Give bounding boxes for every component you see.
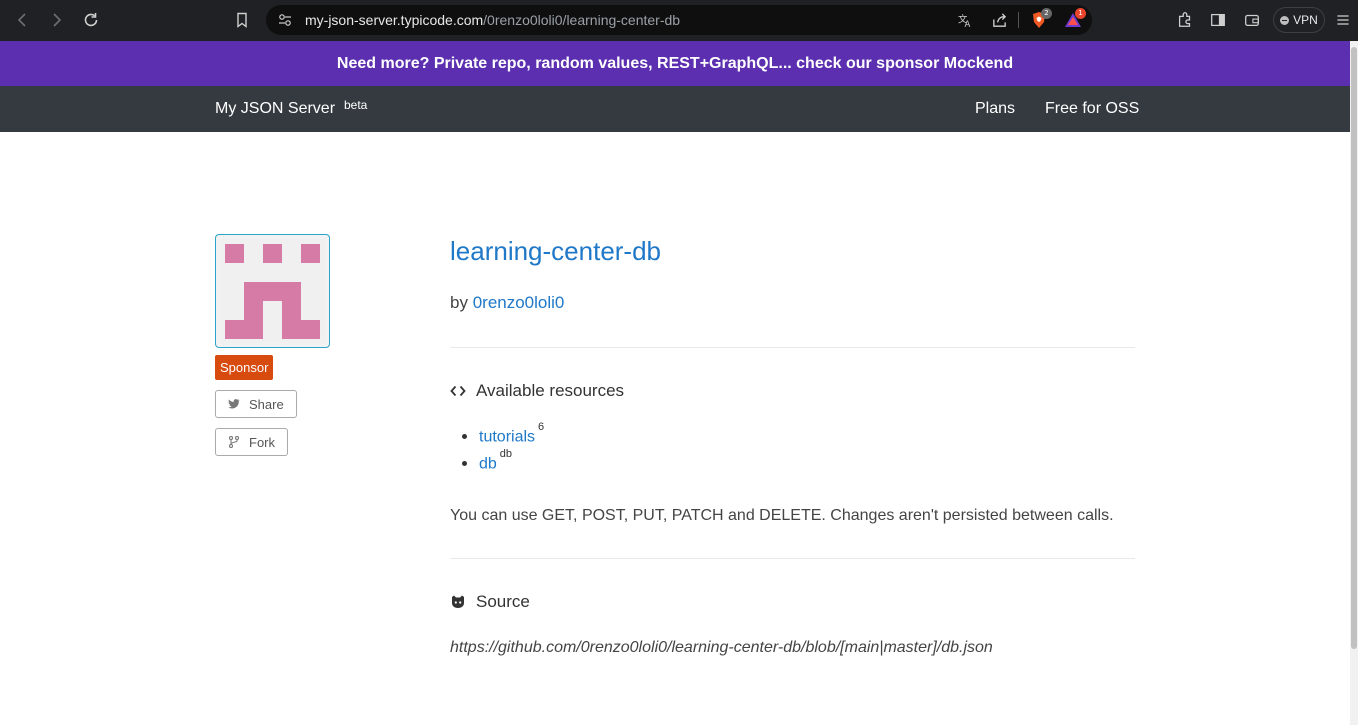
divider: [450, 558, 1135, 559]
identicon-block: [244, 282, 263, 339]
vpn-label: VPN: [1293, 13, 1318, 27]
sponsor-button[interactable]: Sponsor: [215, 355, 274, 380]
twitter-icon: [228, 399, 240, 409]
vpn-button[interactable]: VPN: [1273, 7, 1325, 33]
sponsor-banner-text[interactable]: Need more? Private repo, random values, …: [337, 55, 1013, 73]
site-settings-icon[interactable]: [278, 13, 292, 27]
extensions-icon[interactable]: [1175, 10, 1195, 30]
methods-note: You can use GET, POST, PUT, PATCH and DE…: [450, 507, 1114, 524]
brave-shields-icon[interactable]: 2: [1030, 8, 1052, 29]
resource-count: 6: [538, 421, 545, 433]
identicon-block: [225, 244, 244, 263]
share-button[interactable]: Share: [215, 390, 297, 418]
brand-link[interactable]: My JSON Server: [215, 100, 335, 118]
menu-icon[interactable]: [1333, 10, 1353, 30]
resource-link-db[interactable]: db: [479, 455, 497, 472]
svg-text:A: A: [964, 20, 970, 29]
forward-icon[interactable]: [45, 9, 67, 31]
site-navbar: My JSON Server beta Plans Free for OSS: [0, 86, 1350, 132]
back-icon[interactable]: [12, 9, 34, 31]
byline-prefix: by: [450, 293, 468, 312]
reload-icon[interactable]: [80, 9, 102, 31]
list-item: dbdb: [462, 448, 544, 480]
identicon: [220, 239, 325, 343]
wallet-icon[interactable]: [1242, 10, 1262, 30]
url-host: my-json-server.typicode.com: [305, 12, 484, 28]
repo-byline: by 0renzo0loli0: [450, 293, 564, 313]
resources-heading-text: Available resources: [476, 381, 625, 400]
resource-link-tutorials[interactable]: tutorials: [479, 428, 535, 445]
sidebar-toggle-icon[interactable]: [1208, 10, 1228, 30]
brave-rewards-icon[interactable]: 1: [1064, 8, 1086, 29]
github-icon: [452, 595, 464, 608]
source-url: https://github.com/0renzo0loli0/learning…: [450, 639, 993, 656]
address-bar[interactable]: my-json-server.typicode.com/0renzo0loli0…: [266, 5, 1092, 35]
source-heading-text: Source: [476, 592, 530, 611]
share-page-icon[interactable]: [990, 11, 1008, 29]
identicon-block: [301, 320, 320, 339]
avatar: [215, 234, 330, 348]
resource-list: tutorials6 dbdb: [462, 421, 544, 480]
owner-link[interactable]: 0renzo0loli0: [473, 293, 565, 312]
beta-label: beta: [344, 98, 368, 112]
browser-toolbar: my-json-server.typicode.com/0renzo0loli0…: [0, 0, 1358, 41]
shields-count-badge: 2: [1041, 8, 1052, 19]
sponsor-banner[interactable]: Need more? Private repo, random values, …: [0, 41, 1350, 86]
fork-button[interactable]: Fork: [215, 428, 288, 456]
resources-heading: Available resources: [450, 381, 624, 401]
divider: [450, 347, 1135, 348]
rewards-count-badge: 1: [1075, 8, 1086, 19]
code-icon: [450, 385, 466, 397]
fork-icon: [228, 436, 240, 448]
page-scrollbar[interactable]: [1350, 41, 1358, 725]
identicon-block: [263, 244, 282, 263]
identicon-block: [301, 244, 320, 263]
share-label: Share: [249, 396, 284, 412]
nav-link-free-for-oss[interactable]: Free for OSS: [1045, 100, 1139, 118]
translate-icon[interactable]: 文A: [956, 11, 974, 29]
resource-count: db: [499, 448, 513, 460]
identicon-block: [225, 320, 244, 339]
bookmark-icon[interactable]: [231, 9, 253, 31]
vpn-status-icon: [1280, 15, 1290, 25]
identicon-block: [282, 282, 301, 339]
fork-label: Fork: [249, 434, 275, 450]
scrollbar-thumb[interactable]: [1351, 47, 1357, 649]
page-content: Need more? Private repo, random values, …: [0, 41, 1350, 725]
omnibox-divider: [1018, 12, 1019, 28]
source-heading: Source: [450, 592, 530, 612]
url-path: /0renzo0loli0/learning-center-db: [483, 12, 681, 28]
repo-title[interactable]: learning-center-db: [450, 236, 661, 267]
url-text: my-json-server.typicode.com/0renzo0loli0…: [305, 12, 680, 28]
nav-link-plans[interactable]: Plans: [975, 100, 1015, 118]
